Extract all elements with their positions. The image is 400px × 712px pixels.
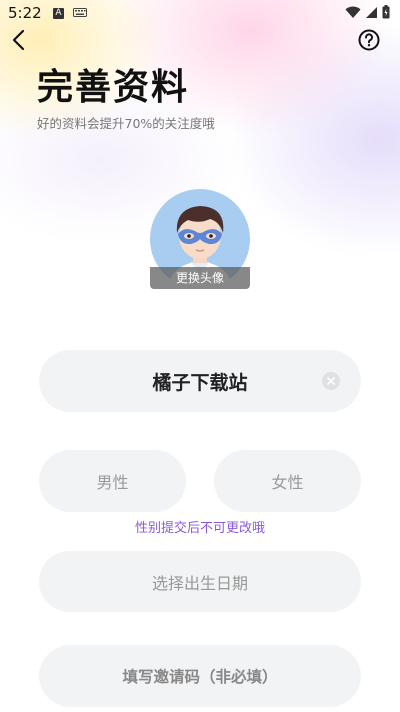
birthdate-field[interactable]: 选择出生日期 [39,551,361,612]
gender-male-button[interactable]: 男性 [39,450,186,512]
help-circle-icon[interactable] [358,29,380,51]
gender-male-label: 男性 [96,473,129,492]
wifi-icon [345,6,361,18]
back-arrow-icon[interactable] [8,28,32,52]
change-avatar-button[interactable]: 更换头像 [150,267,250,289]
clear-icon[interactable] [322,372,340,390]
gender-female-label: 女性 [271,473,304,492]
page-subtitle: 好的资料会提升70%的关注度哦 [37,116,215,131]
invite-code-field[interactable]: 填写邀请码（非必填） [39,645,361,707]
status-bar: 5:22 A [0,0,400,26]
battery-icon [382,5,390,19]
status-time: 5:22 [8,4,42,22]
notification-a-icon: A [53,8,64,19]
nickname-field[interactable]: 橘子下载站 [39,350,361,412]
page-title: 完善资料 [37,67,190,108]
keyboard-icon [73,8,87,17]
gender-female-button[interactable]: 女性 [214,450,361,512]
nickname-value: 橘子下载站 [152,371,248,394]
invite-code-placeholder: 填写邀请码（非必填） [122,668,278,686]
signal-icon [366,6,377,18]
birthdate-placeholder: 选择出生日期 [151,573,248,593]
gender-note: 性别提交后不可更改哦 [134,521,265,536]
